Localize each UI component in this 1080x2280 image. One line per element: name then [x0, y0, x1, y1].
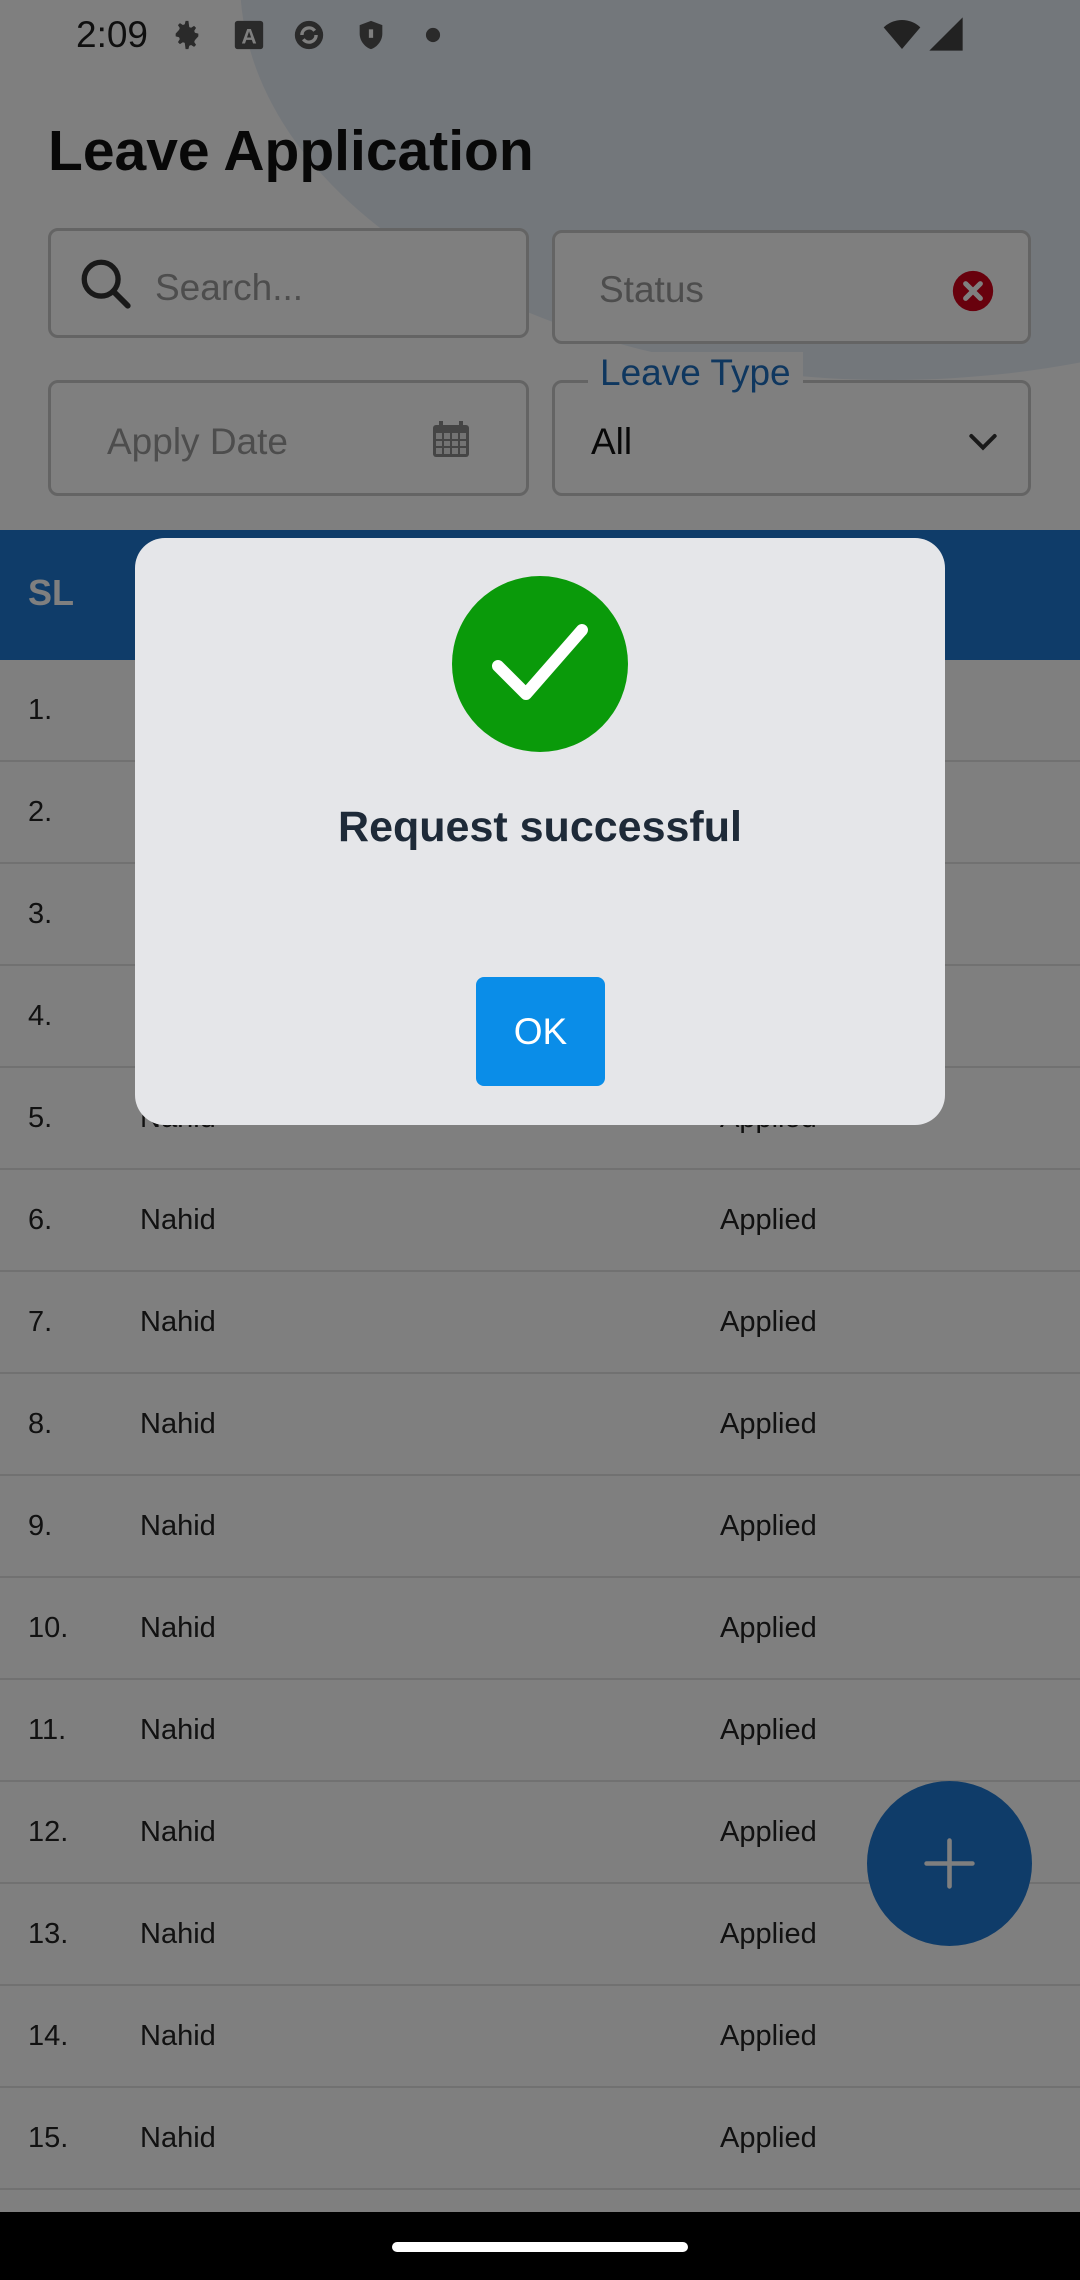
home-gesture-handle[interactable]: [392, 2242, 688, 2252]
success-dialog: Request successful OK: [135, 538, 945, 1125]
dialog-message: Request successful: [338, 803, 742, 851]
success-check-icon: [452, 576, 628, 752]
ok-button[interactable]: OK: [476, 977, 605, 1086]
navigation-bar: [0, 2212, 1080, 2280]
app-screen: 2:09 A Leave Application Search... Statu…: [0, 0, 1080, 2280]
checkmark-icon: [492, 624, 588, 700]
